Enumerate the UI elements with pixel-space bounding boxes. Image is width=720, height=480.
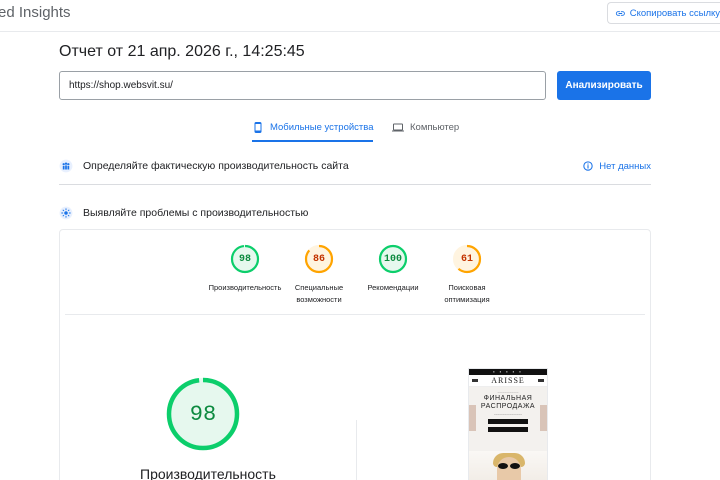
copy-link-button[interactable]: Скопировать ссылку — [607, 2, 720, 24]
tab-desktop[interactable]: Компьютер — [392, 117, 459, 142]
card-divider — [65, 314, 645, 315]
performance-gauge[interactable]: 98 — [230, 244, 260, 274]
thumb-tiny-text: ~~~~~~~~~~~~ — [497, 390, 519, 394]
no-data-link[interactable]: Нет данных — [583, 161, 651, 172]
info-icon — [583, 161, 593, 171]
thumb-photo — [469, 451, 547, 480]
field-data-label: Определяйте фактическую производительнос… — [83, 160, 349, 172]
diagnostics-label: Выявляйте проблемы с производительностью — [83, 207, 309, 219]
page-screenshot-thumbnail: ▪ ▪ ▪ ▪ ▪ ARISSE ~~~~~~~~~~~~ ФИНАЛЬНАЯ Р… — [468, 368, 548, 480]
top-bar: ed Insights Скопировать ссылку — [0, 0, 720, 32]
seo-score: 61 — [460, 253, 473, 265]
best-practices-gauge[interactable]: 100 — [378, 244, 408, 274]
main-performance-score: 98 — [189, 401, 217, 427]
thumb-brand: ARISSE — [491, 376, 525, 385]
no-data-label: Нет данных — [599, 160, 651, 172]
tab-mobile-label: Мобильные устройства — [270, 122, 374, 133]
link-icon — [615, 10, 625, 16]
performance-score: 98 — [238, 253, 251, 265]
thumb-button-2 — [488, 427, 528, 432]
thumb-side-left — [469, 405, 476, 431]
accessibility-gauge[interactable]: 86 — [304, 244, 334, 274]
url-input[interactable] — [59, 71, 546, 100]
copy-link-label: Скопировать ссылку — [629, 7, 720, 19]
laptop-icon — [392, 123, 404, 132]
vertical-divider — [356, 420, 357, 480]
thumb-menu-icon — [472, 379, 478, 382]
thumb-sunglasses-left — [498, 463, 508, 469]
section-divider — [59, 184, 651, 185]
thumb-side-right — [540, 405, 547, 431]
accessibility-score: 86 — [312, 253, 325, 265]
thumb-hero: ~~~~~~~~~~~~ ФИНАЛЬНАЯ РАСПРОДАЖА ~~~~~~~… — [469, 387, 547, 451]
seo-label: Поисковая оптимизация — [444, 283, 490, 304]
thumb-sunglasses-right — [510, 463, 520, 469]
lab-flask-icon — [59, 206, 73, 220]
app-title: ed Insights — [0, 4, 71, 21]
thumb-sale-title: ФИНАЛЬНАЯ РАСПРОДАЖА — [480, 395, 536, 410]
diagnostics-section: Выявляйте проблемы с производительностью — [59, 203, 651, 223]
scores-card: 98 Производительность 86 Специальные возм… — [59, 229, 651, 480]
seo-gauge[interactable]: 61 — [452, 244, 482, 274]
report-title: Отчет от 21 апр. 2026 г., 14:25:45 — [59, 43, 305, 60]
thumb-button-1 — [488, 419, 528, 424]
users-icon — [59, 159, 73, 173]
best-practices-score: 100 — [383, 253, 402, 265]
tab-mobile[interactable]: Мобильные устройства — [252, 117, 374, 142]
smartphone-icon — [254, 122, 262, 133]
thumb-subtext: ~~~~~~~~~~~~~~~~ — [493, 412, 523, 416]
tab-desktop-label: Компьютер — [410, 122, 460, 133]
field-data-section: Определяйте фактическую производительнос… — [59, 156, 651, 176]
main-performance-label: Производительность — [140, 466, 276, 480]
main-performance-gauge: 98 — [165, 376, 241, 452]
thumb-header: ARISSE — [469, 375, 547, 387]
thumb-cart-icon — [538, 379, 544, 382]
analyze-button[interactable]: Анализировать — [557, 71, 651, 100]
